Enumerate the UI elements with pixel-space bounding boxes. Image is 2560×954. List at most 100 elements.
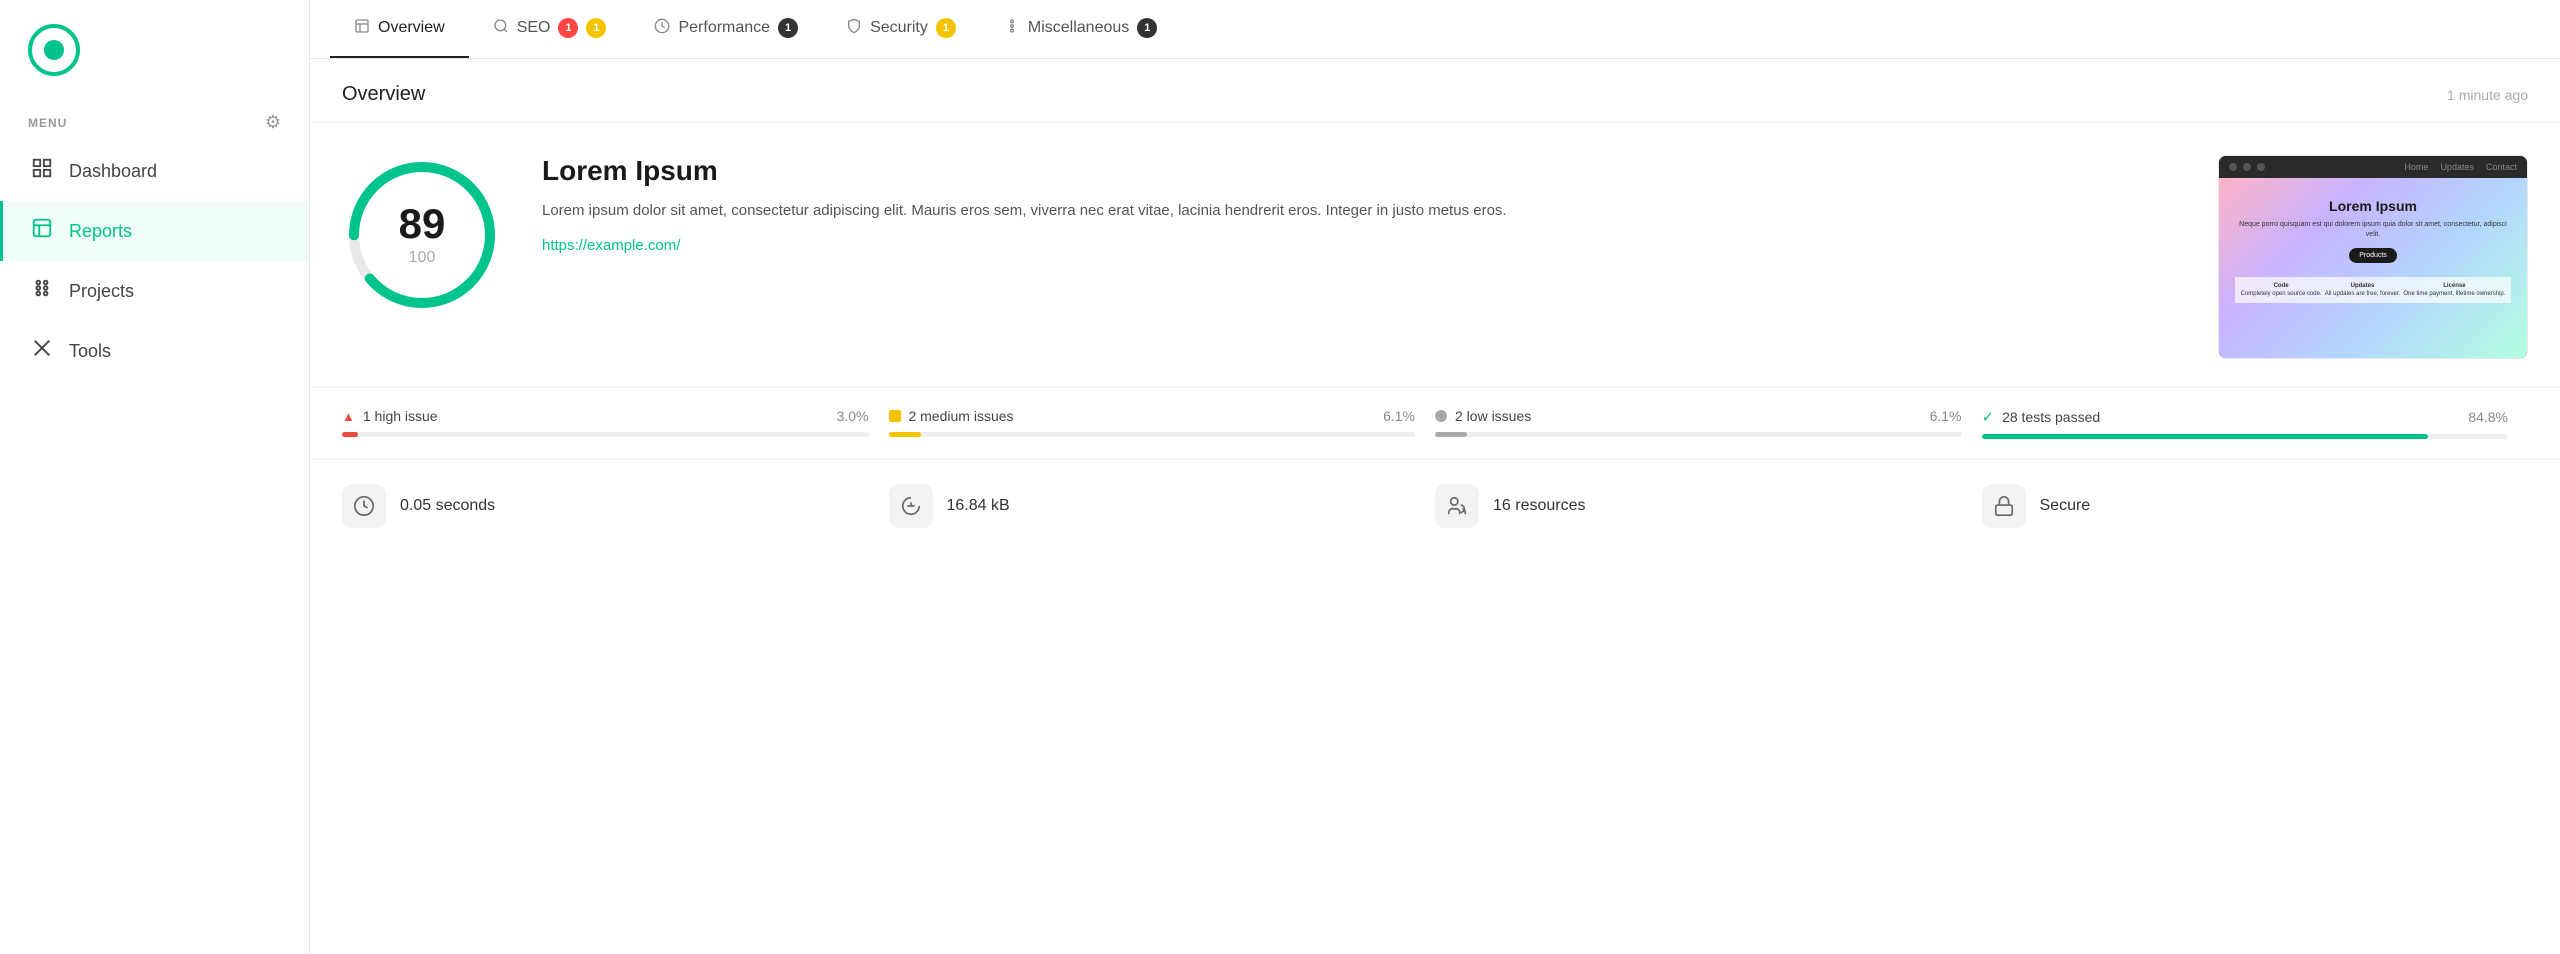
preview-footer-updates-desc: All updates are free, forever.	[2325, 291, 2400, 297]
stat-secure-icon	[1982, 484, 2026, 528]
preview-footer-updates-title: Updates	[2325, 283, 2400, 289]
logo-icon	[28, 24, 80, 76]
tab-performance[interactable]: Performance 1	[630, 0, 822, 58]
preview-nav-contact: Contact	[2486, 162, 2517, 172]
stat-resources: 16 resources	[1435, 484, 1982, 528]
score-circle: 89 100	[342, 155, 502, 315]
logo-inner	[44, 40, 64, 60]
stat-size-icon	[889, 484, 933, 528]
low-issue-label: 2 low issues	[1435, 408, 1531, 424]
seo-tab-icon	[493, 18, 509, 38]
projects-label: Projects	[69, 281, 134, 302]
overview-tab-icon	[354, 18, 370, 38]
menu-header: MENU ⚙	[0, 100, 309, 141]
sidebar-item-tools[interactable]: Tools	[0, 321, 309, 381]
performance-badge: 1	[778, 18, 798, 38]
seo-badge-red: 1	[558, 18, 578, 38]
stat-secure-label: Secure	[2040, 497, 2091, 515]
high-issue-icon: ▲	[342, 409, 355, 424]
low-issue-icon	[1435, 410, 1447, 422]
preview-footer-license-title: License	[2403, 283, 2505, 289]
score-text: 89 100	[399, 203, 446, 267]
preview-dot-2	[2243, 163, 2251, 171]
preview-footer-updates: Updates All updates are free, forever.	[2325, 283, 2400, 297]
projects-icon	[31, 277, 53, 305]
medium-issue-pct: 6.1%	[1383, 408, 1415, 424]
site-description: Lorem ipsum dolor sit amet, consectetur …	[542, 199, 2178, 223]
sidebar: MENU ⚙ Dashboard Reports Projects Tool	[0, 0, 310, 954]
preview-nav: Home Updates Contact	[2404, 162, 2517, 172]
misc-badge: 1	[1137, 18, 1157, 38]
reports-label: Reports	[69, 221, 132, 242]
site-name: Lorem Ipsum	[542, 155, 2178, 187]
high-issue-header: ▲ 1 high issue 3.0%	[342, 408, 869, 424]
preview-nav-home: Home	[2404, 162, 2428, 172]
passed-header: ✓ 28 tests passed 84.8%	[1982, 408, 2509, 426]
high-issue-bar-fill	[342, 432, 358, 437]
tab-miscellaneous[interactable]: Miscellaneous 1	[980, 0, 1181, 58]
main-content: Overview SEO 1 1 Performance 1 Security …	[310, 0, 2560, 954]
preview-footer-code-title: Code	[2241, 283, 2322, 289]
medium-issue-label: 2 medium issues	[889, 408, 1014, 424]
misc-tab-icon	[1004, 18, 1020, 38]
preview-browser-bar: Home Updates Contact	[2219, 156, 2527, 178]
content-area: Overview 1 minute ago 89 100	[310, 59, 2560, 954]
sidebar-item-projects[interactable]: Projects	[0, 261, 309, 321]
seo-badge-yellow: 1	[586, 18, 606, 38]
passed-text: 28 tests passed	[2002, 409, 2100, 425]
low-issue-text: 2 low issues	[1455, 408, 1531, 424]
preview-footer-code: Code Completely open source code.	[2241, 283, 2322, 297]
settings-icon[interactable]: ⚙	[265, 112, 281, 133]
passed-item: ✓ 28 tests passed 84.8%	[1982, 408, 2529, 439]
menu-label: MENU	[28, 116, 67, 130]
medium-issue-header: 2 medium issues 6.1%	[889, 408, 1416, 424]
low-issue-bar-fill	[1435, 432, 1467, 437]
low-issue-header: 2 low issues 6.1%	[1435, 408, 1962, 424]
site-info: Lorem Ipsum Lorem ipsum dolor sit amet, …	[542, 155, 2178, 255]
tab-security[interactable]: Security 1	[822, 0, 980, 58]
preview-button: Products	[2349, 248, 2397, 263]
tab-misc-label: Miscellaneous	[1028, 19, 1129, 37]
preview-footer-license-desc: One time payment, lifetime ownership.	[2403, 291, 2505, 297]
passed-label: ✓ 28 tests passed	[1982, 408, 2101, 426]
passed-pct: 84.8%	[2468, 409, 2508, 425]
stat-size-label: 16.84 kB	[947, 497, 1010, 515]
tab-overview[interactable]: Overview	[330, 0, 469, 58]
high-issue-text: 1 high issue	[363, 408, 438, 424]
stat-speed-icon	[342, 484, 386, 528]
preview-dot-1	[2229, 163, 2237, 171]
site-url[interactable]: https://example.com/	[542, 237, 680, 254]
stat-size: 16.84 kB	[889, 484, 1436, 528]
preview-body: Lorem Ipsum Neque porro quisquam est qui…	[2219, 178, 2527, 358]
overview-header: Overview 1 minute ago	[310, 59, 2560, 123]
preview-nav-updates: Updates	[2440, 162, 2474, 172]
security-badge: 1	[936, 18, 956, 38]
tab-seo[interactable]: SEO 1 1	[469, 0, 631, 58]
medium-issue-icon	[889, 410, 901, 422]
stat-resources-icon	[1435, 484, 1479, 528]
preview-footer-license: License One time payment, lifetime owner…	[2403, 283, 2505, 297]
tools-icon	[31, 337, 53, 365]
stat-resources-label: 16 resources	[1493, 497, 1586, 515]
passed-bar-fill	[1982, 434, 2428, 439]
sidebar-nav: Dashboard Reports Projects Tools	[0, 141, 309, 381]
sidebar-item-reports[interactable]: Reports	[0, 201, 309, 261]
low-issue-item: 2 low issues 6.1%	[1435, 408, 1982, 437]
tab-overview-label: Overview	[378, 19, 445, 37]
issues-row: ▲ 1 high issue 3.0% 2 medium issues 6.1%	[310, 388, 2560, 460]
sidebar-item-dashboard[interactable]: Dashboard	[0, 141, 309, 201]
preview-footer: Code Completely open source code. Update…	[2235, 277, 2511, 303]
dashboard-label: Dashboard	[69, 161, 157, 182]
score-total: 100	[399, 249, 446, 267]
overview-title: Overview	[342, 83, 425, 106]
low-issue-bar-bg	[1435, 432, 1962, 437]
site-preview: Home Updates Contact Lorem Ipsum Neque p…	[2218, 155, 2528, 359]
medium-issue-bar-fill	[889, 432, 921, 437]
stat-speed: 0.05 seconds	[342, 484, 889, 528]
high-issue-bar-bg	[342, 432, 869, 437]
score-number: 89	[399, 203, 446, 245]
reports-icon	[31, 217, 53, 245]
stat-secure: Secure	[1982, 484, 2529, 528]
medium-issue-bar-bg	[889, 432, 1416, 437]
overview-time: 1 minute ago	[2447, 87, 2528, 103]
